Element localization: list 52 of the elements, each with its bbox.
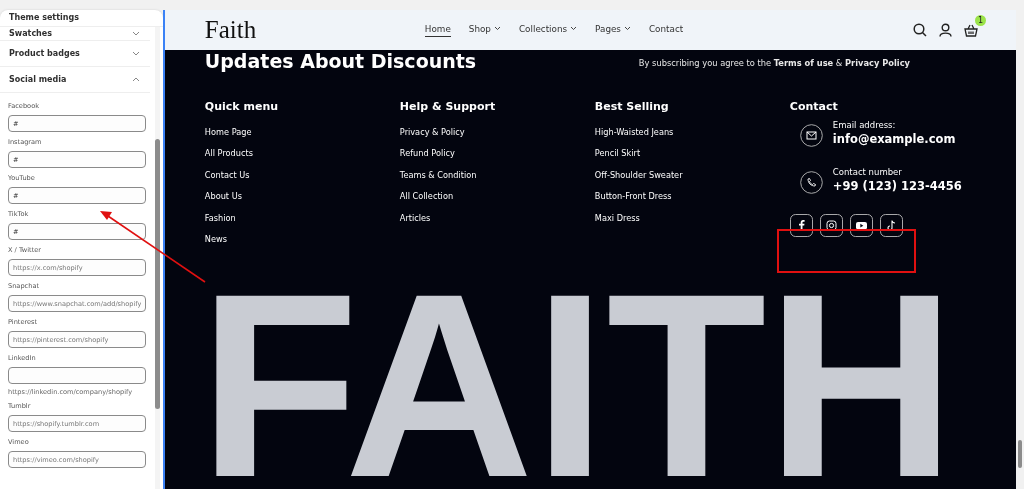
footer-link[interactable]: News	[204, 233, 400, 256]
column-heading: Best Selling	[594, 100, 670, 113]
contact-label: Email address:	[832, 120, 897, 130]
footer-link[interactable]: Teams & Condition	[399, 169, 595, 192]
cart-count-badge: 1	[975, 14, 986, 26]
nav-link[interactable]: Contact	[648, 23, 684, 37]
column-heading: Help & Support	[399, 100, 497, 113]
youtube-icon[interactable]	[849, 214, 873, 237]
footer-link[interactable]: Contact Us	[204, 169, 400, 192]
user-icon[interactable]	[939, 23, 952, 37]
column-heading: Quick menu	[204, 100, 280, 113]
mail-icon	[799, 124, 823, 147]
nav-link[interactable]: Home	[424, 23, 451, 37]
newsletter-heading: Updates About Discounts	[204, 50, 477, 72]
section-header[interactable]: Swatches	[0, 27, 150, 41]
footer-link[interactable]: Refund Policy	[399, 148, 595, 170]
footer-link[interactable]: Home Page	[204, 127, 400, 149]
nav-link[interactable]: Pages	[595, 23, 631, 37]
scrollbar[interactable]	[155, 27, 160, 489]
contact-value: +99 (123) 123-4456	[832, 179, 962, 193]
caret-down-icon	[132, 31, 140, 36]
column-heading: Contact	[789, 100, 839, 113]
footer-link[interactable]: All Products	[204, 148, 400, 170]
section-header[interactable]: Social media	[0, 67, 150, 93]
instagram-icon[interactable]	[819, 214, 843, 237]
logo[interactable]: Faith	[204, 16, 425, 44]
nav-link[interactable]: Shop	[468, 23, 501, 37]
brand-text: FAITH	[198, 255, 957, 489]
phone-icon	[799, 171, 823, 194]
tiktok-icon[interactable]	[879, 214, 903, 237]
contact-label: Contact number	[832, 167, 903, 177]
footer-link[interactable]: Maxi Dress	[594, 212, 790, 234]
footer-link[interactable]: Fashion	[204, 212, 400, 234]
footer-link[interactable]: Off-Shoulder Sweater	[594, 169, 790, 192]
footer-link[interactable]: High-Waisted Jeans	[594, 127, 790, 149]
caret-down-icon	[132, 51, 140, 56]
footer-link[interactable]: All Collection	[399, 191, 595, 213]
footer-link[interactable]: About Us	[204, 191, 400, 213]
subscribe-note: By subscribing you agree to the Terms of use & Privacy Policy	[638, 58, 910, 70]
caret-up-icon	[132, 77, 140, 82]
basket-button[interactable]	[964, 23, 978, 37]
footer-link[interactable]: Button-Front Dress	[594, 191, 790, 213]
nav-link[interactable]: Collections	[518, 23, 578, 37]
footer-link[interactable]: Pencil Skirt	[594, 148, 790, 170]
footer-link[interactable]: Articles	[399, 212, 595, 234]
footer-link[interactable]: Privacy & Policy	[399, 127, 595, 149]
panel-title: Theme settings	[0, 10, 163, 27]
search-icon[interactable]	[913, 23, 927, 37]
section-header[interactable]: Product badges	[0, 41, 150, 67]
facebook-icon[interactable]	[789, 214, 813, 237]
contact-value: info@example.com	[832, 132, 956, 146]
input-field[interactable]	[8, 367, 146, 384]
